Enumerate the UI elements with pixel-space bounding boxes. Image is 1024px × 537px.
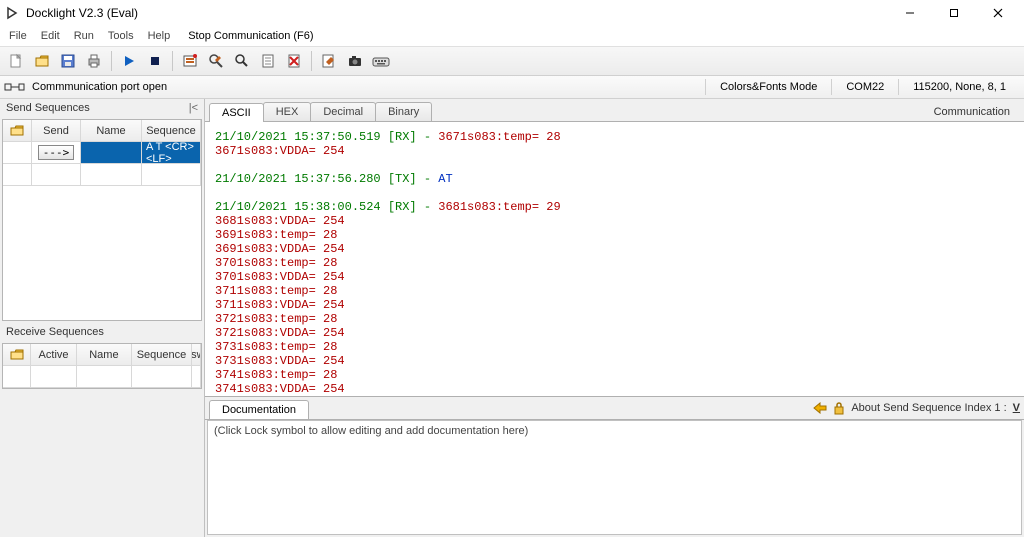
- terminal-output[interactable]: 21/10/2021 15:37:50.519 [RX] - 3671s083:…: [205, 122, 1024, 396]
- communication-label: Communication: [924, 103, 1020, 121]
- snapshot-button[interactable]: [178, 49, 202, 73]
- pin-icon[interactable]: |<: [189, 102, 198, 114]
- col-name[interactable]: Name: [77, 344, 132, 366]
- stop-button[interactable]: [143, 49, 167, 73]
- col-folder[interactable]: [3, 344, 31, 366]
- col-send[interactable]: Send: [32, 120, 81, 142]
- close-button[interactable]: [976, 0, 1020, 26]
- send-arrow-button[interactable]: --->: [32, 142, 81, 164]
- clear-doc-button[interactable]: [282, 49, 306, 73]
- menubar: File Edit Run Tools Help Stop Communicat…: [0, 26, 1024, 46]
- titlebar: Docklight V2.3 (Eval): [0, 0, 1024, 26]
- about-sequence-text: About Send Sequence Index 1 :: [851, 402, 1006, 414]
- toolbar-separator: [111, 51, 112, 71]
- lock-icon[interactable]: [833, 401, 845, 415]
- send-sequence-empty-row[interactable]: [3, 164, 201, 186]
- toolbar-separator: [172, 51, 173, 71]
- keyboard-button[interactable]: [369, 49, 393, 73]
- edit-notes-button[interactable]: [317, 49, 341, 73]
- status-bar: Commmunication port open Colors&Fonts Mo…: [0, 76, 1024, 99]
- notebook-button[interactable]: [256, 49, 280, 73]
- right-pane: ASCII HEX Decimal Binary Communication 2…: [205, 99, 1024, 537]
- documentation-area: Documentation About Send Sequence Index …: [205, 396, 1024, 537]
- col-answer[interactable]: Answer: [192, 344, 201, 366]
- menu-help[interactable]: Help: [141, 28, 178, 44]
- send-sequences-grid[interactable]: Send Name Sequence ---> A T <CR> <LF>: [2, 119, 202, 321]
- menu-run[interactable]: Run: [67, 28, 101, 44]
- send-sequence-row[interactable]: ---> A T <CR> <LF>: [3, 142, 201, 164]
- port-status-text: Commmunication port open: [32, 81, 167, 93]
- open-button[interactable]: [30, 49, 54, 73]
- save-button[interactable]: [56, 49, 80, 73]
- left-pane: Send Sequences |< Send Name Sequence ---…: [0, 99, 205, 537]
- maximize-button[interactable]: [932, 0, 976, 26]
- play-button[interactable]: [117, 49, 141, 73]
- port-status-icon: [4, 80, 26, 94]
- col-active[interactable]: Active: [31, 344, 77, 366]
- menu-edit[interactable]: Edit: [34, 28, 67, 44]
- menu-stop-communication[interactable]: Stop Communication (F6): [181, 28, 320, 44]
- receive-sequences-header: Receive Sequences: [0, 323, 204, 341]
- col-sequence[interactable]: Sequence: [132, 344, 192, 366]
- col-sequence[interactable]: Sequence: [142, 120, 201, 142]
- send-row-name[interactable]: [81, 142, 142, 164]
- tab-hex[interactable]: HEX: [263, 102, 312, 121]
- back-arrow-icon[interactable]: [813, 402, 827, 414]
- documentation-body[interactable]: (Click Lock symbol to allow editing and …: [207, 420, 1022, 535]
- receive-sequences-title: Receive Sequences: [6, 326, 198, 338]
- new-file-button[interactable]: [4, 49, 28, 73]
- minimize-button[interactable]: [888, 0, 932, 26]
- about-sequence-link[interactable]: V: [1013, 402, 1020, 414]
- menu-tools[interactable]: Tools: [101, 28, 141, 44]
- receive-sequence-empty-row[interactable]: [3, 366, 201, 388]
- tab-ascii[interactable]: ASCII: [209, 103, 264, 122]
- tab-binary[interactable]: Binary: [375, 102, 432, 121]
- receive-sequences-grid[interactable]: Active Name Sequence Answer: [2, 343, 202, 389]
- app-icon: [4, 5, 20, 21]
- find-button[interactable]: [230, 49, 254, 73]
- options-button[interactable]: [204, 49, 228, 73]
- toolbar: [0, 46, 1024, 76]
- comm-tabbar: ASCII HEX Decimal Binary Communication: [205, 99, 1024, 122]
- tab-documentation[interactable]: Documentation: [209, 400, 309, 419]
- send-sequences-title: Send Sequences: [6, 102, 189, 114]
- toolbar-separator: [311, 51, 312, 71]
- port-params[interactable]: 115200, None, 8, 1: [898, 79, 1020, 95]
- menu-file[interactable]: File: [2, 28, 34, 44]
- col-folder[interactable]: [3, 120, 32, 142]
- tab-decimal[interactable]: Decimal: [310, 102, 376, 121]
- print-button[interactable]: [82, 49, 106, 73]
- send-row-sequence[interactable]: A T <CR> <LF>: [142, 142, 201, 164]
- col-name[interactable]: Name: [81, 120, 142, 142]
- window-title: Docklight V2.3 (Eval): [26, 6, 888, 20]
- send-sequences-header: Send Sequences |<: [0, 99, 204, 117]
- colors-fonts-mode[interactable]: Colors&Fonts Mode: [705, 79, 831, 95]
- camera-button[interactable]: [343, 49, 367, 73]
- com-port[interactable]: COM22: [831, 79, 898, 95]
